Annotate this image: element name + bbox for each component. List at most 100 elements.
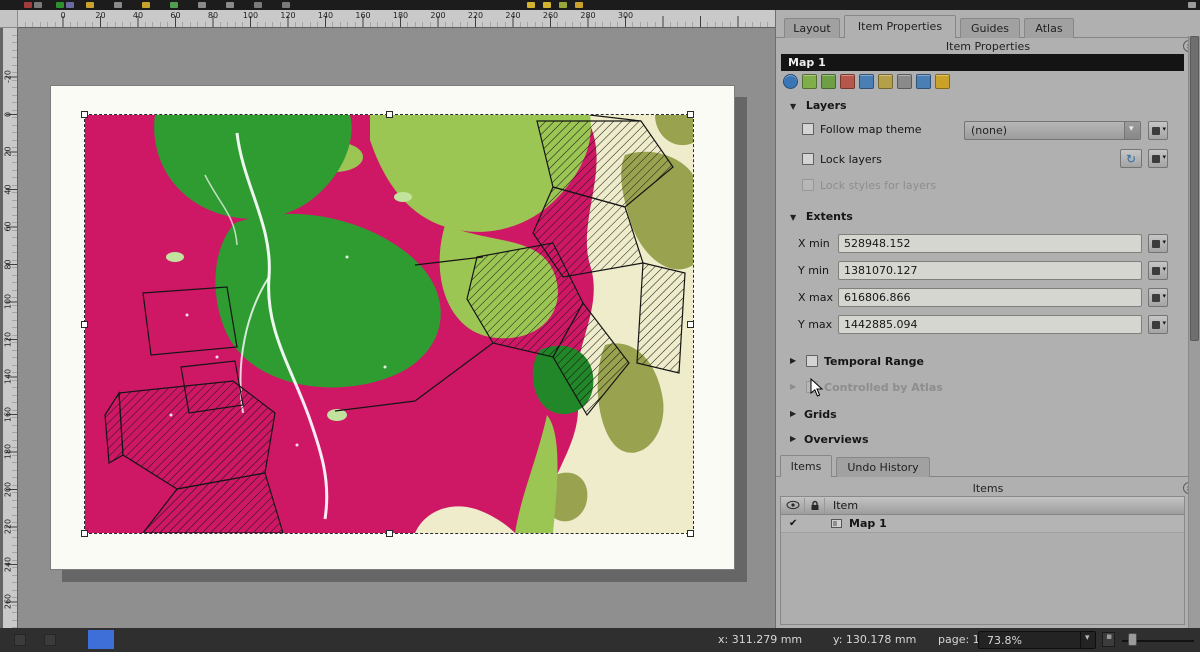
toolbar-icon[interactable] bbox=[1188, 2, 1196, 8]
tab-items[interactable]: Items bbox=[780, 455, 832, 477]
map-properties-toolbar bbox=[783, 74, 950, 91]
toolbar-icon[interactable] bbox=[575, 2, 583, 8]
follow-map-theme-checkbox[interactable] bbox=[802, 123, 814, 135]
selected-item-header: Map 1 bbox=[781, 54, 1184, 71]
toolbar-icon[interactable] bbox=[86, 2, 94, 8]
toolbar-icon[interactable] bbox=[170, 2, 178, 8]
ruler-label: 220 bbox=[468, 11, 483, 20]
data-defined-override-button[interactable] bbox=[1148, 149, 1168, 168]
lock-styles-row: Lock styles for layers bbox=[776, 177, 1188, 196]
data-defined-override-button[interactable] bbox=[1148, 315, 1168, 334]
layout-canvas[interactable] bbox=[18, 28, 775, 628]
data-defined-override-button[interactable] bbox=[1148, 234, 1168, 253]
zoom-slider-handle[interactable] bbox=[1128, 633, 1137, 646]
ruler-label: 40 bbox=[4, 174, 13, 204]
list-item[interactable]: Map 1 bbox=[781, 515, 1184, 533]
scrollbar-thumb[interactable] bbox=[1190, 36, 1199, 341]
status-icon[interactable] bbox=[44, 634, 56, 646]
labeling-settings-icon[interactable] bbox=[878, 74, 893, 89]
zoom-to-extent-icon[interactable] bbox=[821, 74, 836, 89]
lock-styles-checkbox bbox=[802, 179, 814, 191]
data-defined-override-button[interactable] bbox=[1148, 288, 1168, 307]
extent-label: Y max bbox=[798, 318, 832, 331]
data-defined-override-button[interactable] bbox=[1148, 121, 1168, 140]
visibility-checkbox[interactable] bbox=[789, 516, 797, 529]
grids-row[interactable]: Grids bbox=[776, 406, 1188, 425]
status-icon[interactable] bbox=[14, 634, 26, 646]
layout-page bbox=[50, 85, 735, 570]
toolbar-icon[interactable] bbox=[527, 2, 535, 8]
expand-arrow-icon[interactable] bbox=[790, 409, 802, 418]
extent-x-max-field[interactable]: 616806.866 bbox=[838, 288, 1142, 307]
resize-handle[interactable] bbox=[386, 530, 393, 537]
toolbar-icon[interactable] bbox=[142, 2, 150, 8]
map-thumbnail-icon bbox=[831, 519, 842, 528]
active-task-badge[interactable] bbox=[88, 630, 114, 649]
map-item[interactable] bbox=[85, 115, 693, 533]
overviews-row[interactable]: Overviews bbox=[776, 431, 1188, 450]
set-map-scale-icon[interactable] bbox=[840, 74, 855, 89]
resize-handle[interactable] bbox=[81, 321, 88, 328]
temporal-range-checkbox[interactable] bbox=[806, 355, 818, 367]
resize-handle[interactable] bbox=[687, 321, 694, 328]
expand-arrow-icon[interactable] bbox=[790, 434, 802, 443]
toolbar-icon[interactable] bbox=[559, 2, 567, 8]
mouse-cursor bbox=[810, 378, 824, 398]
toolbar-icon[interactable] bbox=[24, 2, 32, 8]
ruler-label: 120 bbox=[280, 11, 295, 20]
toolbar-icon[interactable] bbox=[114, 2, 122, 8]
toolbar-icon[interactable] bbox=[56, 2, 64, 8]
atlas-margin-icon[interactable] bbox=[935, 74, 950, 89]
map-theme-combo[interactable]: (none) bbox=[964, 121, 1141, 140]
tab-undo-history[interactable]: Undo History bbox=[836, 457, 930, 477]
extent-y-min-field[interactable]: 1381070.127 bbox=[838, 261, 1142, 280]
tab-item-properties[interactable]: Item Properties bbox=[844, 15, 956, 38]
panel-scrollbar[interactable] bbox=[1188, 36, 1200, 628]
layers-group-header[interactable]: Layers bbox=[790, 99, 847, 112]
ruler-label: 280 bbox=[580, 11, 595, 20]
cursor-x-readout: x: 311.279 mm bbox=[718, 633, 802, 646]
extents-group-header[interactable]: Extents bbox=[790, 210, 853, 223]
refresh-map-preview-icon[interactable] bbox=[783, 74, 798, 89]
expand-arrow-icon[interactable] bbox=[790, 356, 802, 365]
toolbar-icon[interactable] bbox=[34, 2, 42, 8]
set-map-extent-icon[interactable] bbox=[802, 74, 817, 89]
tab-atlas[interactable]: Atlas bbox=[1024, 18, 1074, 38]
resize-handle[interactable] bbox=[81, 530, 88, 537]
resize-handle[interactable] bbox=[687, 111, 694, 118]
collapse-arrow-icon bbox=[790, 213, 802, 222]
toolbar-icon[interactable] bbox=[282, 2, 290, 8]
clipping-settings-icon[interactable] bbox=[897, 74, 912, 89]
zoom-level-combo[interactable]: 73.8% bbox=[978, 631, 1096, 649]
page-readout: page: 1 bbox=[938, 633, 980, 646]
ruler-label: 160 bbox=[355, 11, 370, 20]
toolbar-icon[interactable] bbox=[198, 2, 206, 8]
lock-layers-checkbox[interactable] bbox=[802, 153, 814, 165]
grids-label: Grids bbox=[804, 408, 837, 421]
resize-handle[interactable] bbox=[386, 111, 393, 118]
grid-settings-icon[interactable] bbox=[916, 74, 931, 89]
toolbar-icon[interactable] bbox=[226, 2, 234, 8]
ruler-label: 200 bbox=[430, 11, 445, 20]
toolbar-icon[interactable] bbox=[66, 2, 74, 8]
toolbar-icon[interactable] bbox=[254, 2, 262, 8]
extent-y-max-field[interactable]: 1442885.094 bbox=[838, 315, 1142, 334]
resize-handle[interactable] bbox=[687, 530, 694, 537]
ruler-label: 140 bbox=[4, 362, 13, 392]
data-defined-override-button[interactable] bbox=[1148, 261, 1168, 280]
tab-layout[interactable]: Layout bbox=[784, 18, 840, 38]
ruler-label: 80 bbox=[4, 249, 13, 279]
ruler-label: 140 bbox=[318, 11, 333, 20]
temporal-range-row[interactable]: Temporal Range bbox=[776, 353, 1188, 372]
edit-map-extent-icon[interactable] bbox=[859, 74, 874, 89]
resize-handle[interactable] bbox=[81, 111, 88, 118]
layers-group-label: Layers bbox=[806, 99, 847, 112]
items-list-panel: Item Map 1 bbox=[780, 496, 1185, 625]
map-preview bbox=[85, 115, 693, 533]
refresh-locked-layers-button[interactable] bbox=[1120, 149, 1142, 168]
item-label: Map 1 bbox=[849, 517, 887, 530]
toolbar-icon[interactable] bbox=[543, 2, 551, 8]
extent-x-min-field[interactable]: 528948.152 bbox=[838, 234, 1142, 253]
tab-guides[interactable]: Guides bbox=[960, 18, 1020, 38]
lock-scale-button[interactable] bbox=[1102, 632, 1115, 647]
